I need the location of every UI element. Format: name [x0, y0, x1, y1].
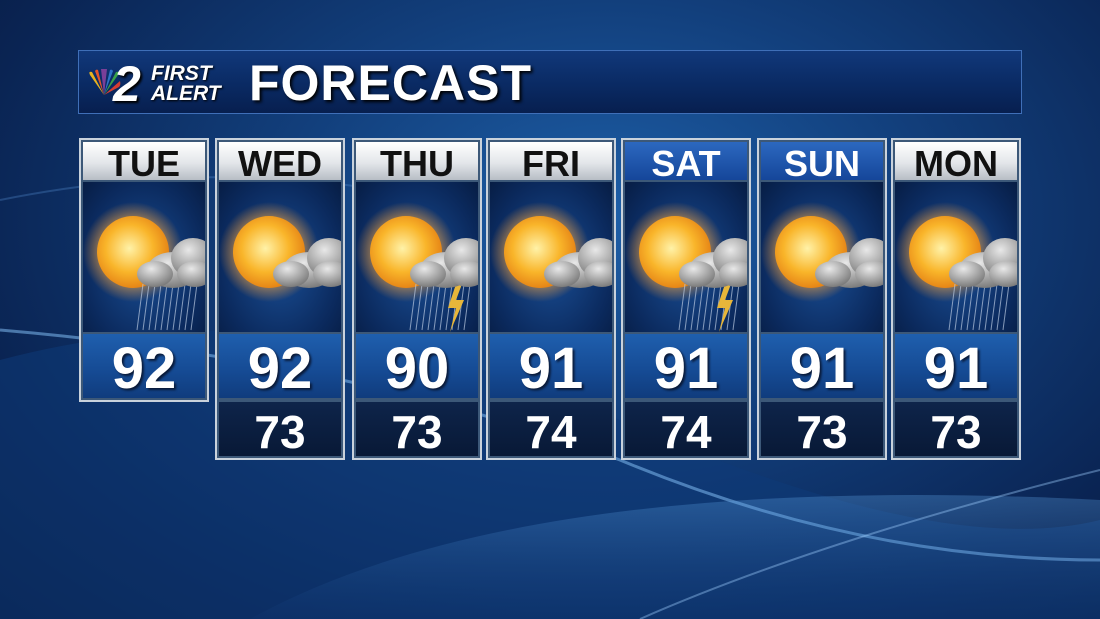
- sun-cloud-icon: [219, 202, 341, 302]
- logo-channel-number: 2: [113, 56, 141, 112]
- high-temperature: 92: [217, 332, 343, 401]
- low-temperature: 74: [488, 400, 614, 458]
- day-card: THU 90 73: [352, 138, 482, 460]
- high-temperature: 91: [759, 332, 885, 401]
- sun-cloud-rain-icon: [895, 202, 1017, 331]
- weather-icon-box: [81, 182, 207, 332]
- sun-cloud-icon: [490, 202, 612, 302]
- weather-icon-box: [893, 182, 1019, 332]
- day-card: FRI 91 74: [486, 138, 616, 460]
- day-name: THU: [354, 140, 480, 184]
- low-temperature: 73: [759, 400, 885, 458]
- low-temperature: 73: [893, 400, 1019, 458]
- high-temperature: 91: [623, 332, 749, 401]
- logo-alert-text: ALERT: [151, 82, 221, 105]
- high-temperature: 91: [893, 332, 1019, 401]
- weather-icon-box: [623, 182, 749, 332]
- day-card: WED 92 73: [215, 138, 345, 460]
- sun-cloud-thunderstorm-icon: [356, 202, 478, 332]
- weather-icon-box: [488, 182, 614, 332]
- high-temperature: 91: [488, 332, 614, 401]
- day-name: SAT: [623, 140, 749, 184]
- day-card: TUE 92: [79, 138, 209, 402]
- day-card: SUN 91 73: [757, 138, 887, 460]
- day-name: TUE: [81, 140, 207, 184]
- day-name: WED: [217, 140, 343, 184]
- weather-icon-box: [217, 182, 343, 332]
- station-logo: 2 FIRST ALERT: [87, 56, 232, 112]
- low-temperature: 73: [354, 400, 480, 458]
- sun-cloud-thunderstorm-icon: [625, 202, 747, 332]
- high-temperature: 90: [354, 332, 480, 401]
- low-temperature: 74: [623, 400, 749, 458]
- day-card: MON 91 73: [891, 138, 1021, 460]
- day-name: SUN: [759, 140, 885, 184]
- weather-icon-box: [759, 182, 885, 332]
- sun-cloud-rain-icon: [83, 202, 205, 331]
- day-card: SAT 91 74: [621, 138, 751, 460]
- page-title: FORECAST: [249, 55, 532, 111]
- day-name: FRI: [488, 140, 614, 184]
- low-temperature: 73: [217, 400, 343, 458]
- high-temperature: 92: [81, 332, 207, 401]
- logo-first-text: FIRST: [151, 62, 212, 85]
- weather-icon-box: [354, 182, 480, 332]
- day-name: MON: [893, 140, 1019, 184]
- forecast-header: 2 FIRST ALERT FORECAST: [78, 50, 1022, 114]
- sun-cloud-icon: [761, 202, 883, 302]
